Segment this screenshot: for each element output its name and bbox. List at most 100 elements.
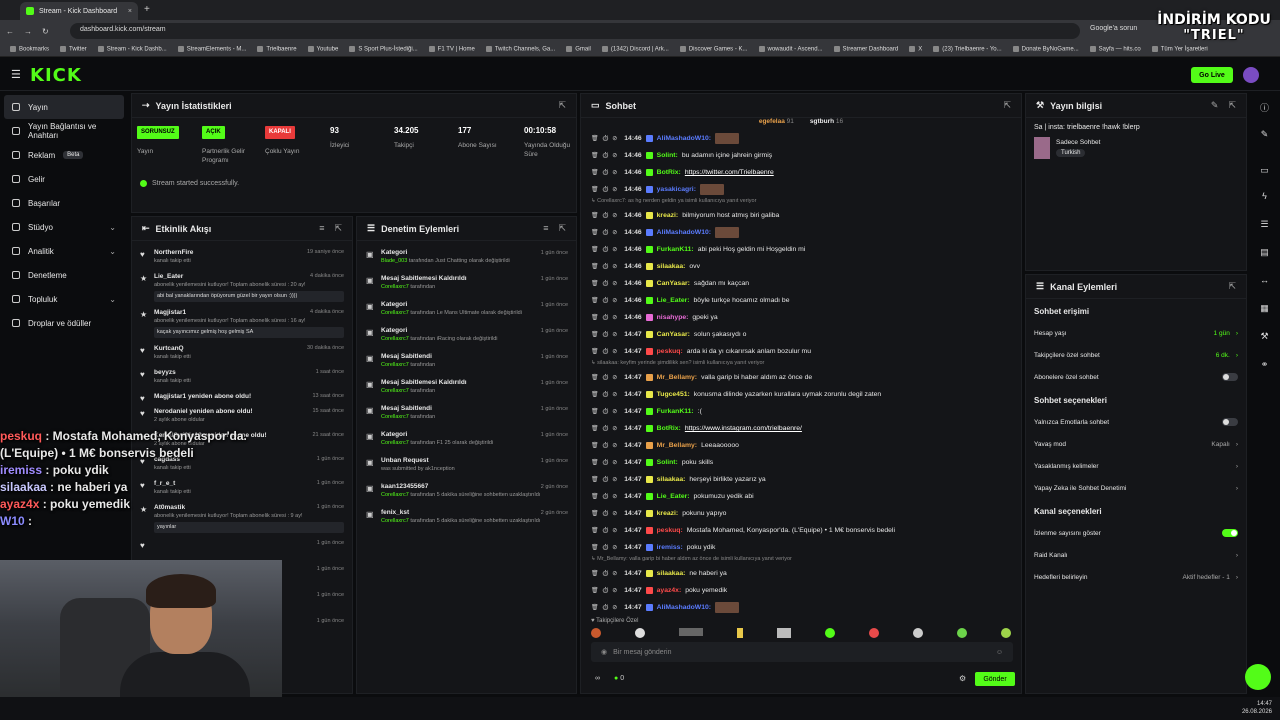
moderation-actor[interactable]: Corellaxrc7 [381, 336, 409, 342]
bookmark-item[interactable]: Youtube [308, 46, 339, 52]
google-ask-button[interactable]: Google'a sorun [1090, 25, 1137, 32]
kick-logo[interactable]: KICK [30, 65, 82, 86]
chat-message[interactable]: 🗑⏱⊘ 14:47 peskuq: arda ki da yı cıkarırsak … [581, 343, 1021, 360]
setting-toggle[interactable] [1222, 418, 1238, 426]
bookmark-item[interactable]: Donate ByNoGame... [1013, 46, 1079, 52]
chat-username[interactable]: peskuq: [657, 348, 683, 355]
message-actions-icon[interactable]: 🗑⏱⊘ [591, 570, 620, 577]
infinity-icon[interactable]: ∞ [595, 675, 600, 682]
chat-message[interactable]: 🗑⏱⊘ 14:47 BotRix: https://www.instagram.com… [581, 420, 1021, 437]
chat-username[interactable]: Solint: [657, 459, 678, 466]
chat-message[interactable]: 🗑⏱⊘ 14:47 peskuq: Mostafa Mohamed, Konyaspo… [581, 522, 1021, 539]
edit-icon[interactable]: ✎ [1211, 100, 1219, 111]
chat-message[interactable]: 🗑⏱⊘ 14:47 Lie_Eater: pokumuzu yedik abi [581, 488, 1021, 505]
sidebar-item[interactable]: Gelir [0, 167, 128, 191]
message-actions-icon[interactable]: 🗑⏱⊘ [591, 587, 620, 594]
bookmark-item[interactable]: X [909, 46, 922, 52]
message-actions-icon[interactable]: 🗑⏱⊘ [591, 391, 620, 398]
edit-icon[interactable]: ✎ [1259, 129, 1270, 140]
chat-username[interactable]: Mr_Bellamy: [657, 374, 697, 381]
chat-username[interactable]: FurkanK11: [657, 246, 694, 253]
chat-message[interactable]: 🗑⏱⊘ 14:47 CanYasar: solun şakasıydı o [581, 326, 1021, 343]
chevron-down-icon[interactable]: ⌄ [109, 247, 116, 256]
message-actions-icon[interactable]: 🗑⏱⊘ [591, 493, 620, 500]
moderation-actor[interactable]: Corellaxrc7 [381, 440, 409, 446]
link-icon[interactable]: ⚭ [1259, 359, 1270, 370]
message-actions-icon[interactable]: 🗑⏱⊘ [591, 544, 620, 551]
popout-icon[interactable]: ⇱ [334, 223, 342, 234]
close-tab-icon[interactable]: × [128, 8, 132, 15]
message-actions-icon[interactable]: 🗑⏱⊘ [591, 229, 620, 236]
filter-icon[interactable]: ≡ [319, 223, 324, 234]
chat-message[interactable]: 🗑⏱⊘ 14:47 silaakaa: ne haberi ya [581, 565, 1021, 582]
chat-message[interactable]: 🗑⏱⊘ 14:47 ayaz4x: poku yemedik [581, 582, 1021, 599]
chat-message[interactable]: 🗑⏱⊘ 14:47 Solint: poku skills [581, 454, 1021, 471]
chat-username[interactable]: FurkanK11: [657, 408, 694, 415]
channel-setting-row[interactable]: Yalnızca Emotlarla sohbet [1034, 411, 1238, 433]
back-icon[interactable]: ← [6, 27, 14, 36]
chat-username[interactable]: kreazi: [657, 212, 679, 219]
chat-message[interactable]: 🗑⏱⊘ 14:47 iremiss: poku ydik [581, 539, 1021, 556]
chat-message[interactable]: 🗑⏱⊘ 14:46 nisahype: gpeki ya [581, 309, 1021, 326]
message-actions-icon[interactable]: 🗑⏱⊘ [591, 152, 620, 159]
bookmark-item[interactable]: wowaudit - Ascend... [759, 46, 823, 52]
chat-message[interactable]: 🗑⏱⊘ 14:46 Lie_Eater: böyle turkçe hocamız o… [581, 292, 1021, 309]
bookmark-item[interactable]: Bookmarks [10, 46, 49, 52]
chat-username[interactable]: silaakaa: [657, 476, 686, 483]
chevron-down-icon[interactable]: ⌄ [109, 223, 116, 232]
bookmark-item[interactable]: S Sport Plus-İstediği... [349, 46, 417, 52]
chat-message[interactable]: 🗑⏱⊘ 14:46 FurkanK11: abi peki Hoş geldin mi… [581, 241, 1021, 258]
sidebar-item[interactable]: Analitik ⌄ [0, 239, 128, 263]
chat-message[interactable]: 🗑⏱⊘ 14:47 kreazi: pokunu yapıyo [581, 505, 1021, 522]
chat-message[interactable]: 🗑⏱⊘ 14:46 yasakicagri: [581, 181, 1021, 198]
message-actions-icon[interactable]: 🗑⏱⊘ [591, 510, 620, 517]
bookmark-item[interactable]: Streamer Dashboard [834, 46, 899, 52]
chat-message[interactable]: 🗑⏱⊘ 14:46 CanYasar: sağdan mı kaçcan [581, 275, 1021, 292]
menu-icon[interactable]: ☰ [11, 68, 21, 81]
chat-username[interactable]: kreazi: [657, 510, 679, 517]
top-chatter-1[interactable]: egefelaa 91 [759, 118, 794, 130]
message-actions-icon[interactable]: 🗑⏱⊘ [591, 169, 620, 176]
message-actions-icon[interactable]: 🗑⏱⊘ [591, 604, 620, 611]
emote-icon[interactable] [957, 628, 967, 638]
chat-link[interactable]: https://www.instagram.com/trielbaenre/ [685, 425, 802, 432]
message-actions-icon[interactable]: 🗑⏱⊘ [591, 135, 620, 142]
moderation-actor[interactable]: Corellaxrc7 [381, 518, 409, 524]
moderation-actor[interactable]: Corellaxrc7 [381, 310, 409, 316]
message-actions-icon[interactable]: 🗑⏱⊘ [591, 374, 620, 381]
chat-username[interactable]: yasakicagri: [657, 186, 696, 193]
popout-icon[interactable]: ⇱ [558, 223, 566, 234]
user-avatar[interactable] [1243, 67, 1259, 83]
chat-username[interactable]: Solint: [657, 152, 678, 159]
emote-icon[interactable] [913, 628, 923, 638]
message-actions-icon[interactable]: 🗑⏱⊘ [591, 476, 620, 483]
emoji-icon[interactable]: ☺ [996, 649, 1003, 656]
emote-icon[interactable] [737, 628, 743, 638]
new-tab-icon[interactable]: + [144, 4, 150, 15]
setting-toggle[interactable] [1222, 373, 1238, 381]
channel-setting-row[interactable]: Yasaklanmış kelimeler › [1034, 455, 1238, 477]
url-field[interactable]: dashboard.kick.com/stream [70, 23, 1080, 39]
info-icon[interactable]: ⓘ [1259, 101, 1270, 113]
sidebar-item[interactable]: Denetleme [0, 263, 128, 287]
bookmark-item[interactable]: Discover Games - K... [680, 46, 748, 52]
sidebar-item[interactable]: Yayın Bağlantısı ve Anahtarı [0, 119, 128, 143]
sidebar-item[interactable]: Başarılar [0, 191, 128, 215]
chat-message[interactable]: 🗑⏱⊘ 14:47 AliMashadoW10: [581, 599, 1021, 616]
chat-message[interactable]: 🗑⏱⊘ 14:47 silaakaa: herşeyi birlikte yazarı… [581, 471, 1021, 488]
browser-tab[interactable]: Stream - Kick Dashboard × [20, 2, 138, 20]
chat-message[interactable]: 🗑⏱⊘ 14:47 Mr_Bellamy: Leeaaooooo [581, 437, 1021, 454]
message-actions-icon[interactable]: 🗑⏱⊘ [591, 348, 620, 355]
bookmark-item[interactable]: Tüm Yer İşaretleri [1152, 46, 1208, 52]
reload-icon[interactable]: ↻ [42, 27, 49, 36]
channel-setting-row[interactable]: Hedefleri belirleyin Aktif hedefler - 1 › [1034, 566, 1238, 588]
bookmark-item[interactable]: (23) Trielbaenre - Yo... [933, 46, 1001, 52]
grid-icon[interactable]: ▦ [1259, 303, 1270, 314]
bookmark-item[interactable]: Trielbaenre [257, 46, 296, 52]
bookmark-item[interactable]: Sayfa — hits.co [1090, 46, 1141, 52]
message-actions-icon[interactable]: 🗑⏱⊘ [591, 459, 620, 466]
popout-icon[interactable]: ⇱ [558, 100, 566, 111]
popout-icon[interactable]: ⇱ [1228, 100, 1236, 111]
chat-username[interactable]: Mr_Bellamy: [657, 442, 697, 449]
moderation-actor[interactable]: Corellaxrc7 [381, 414, 409, 420]
